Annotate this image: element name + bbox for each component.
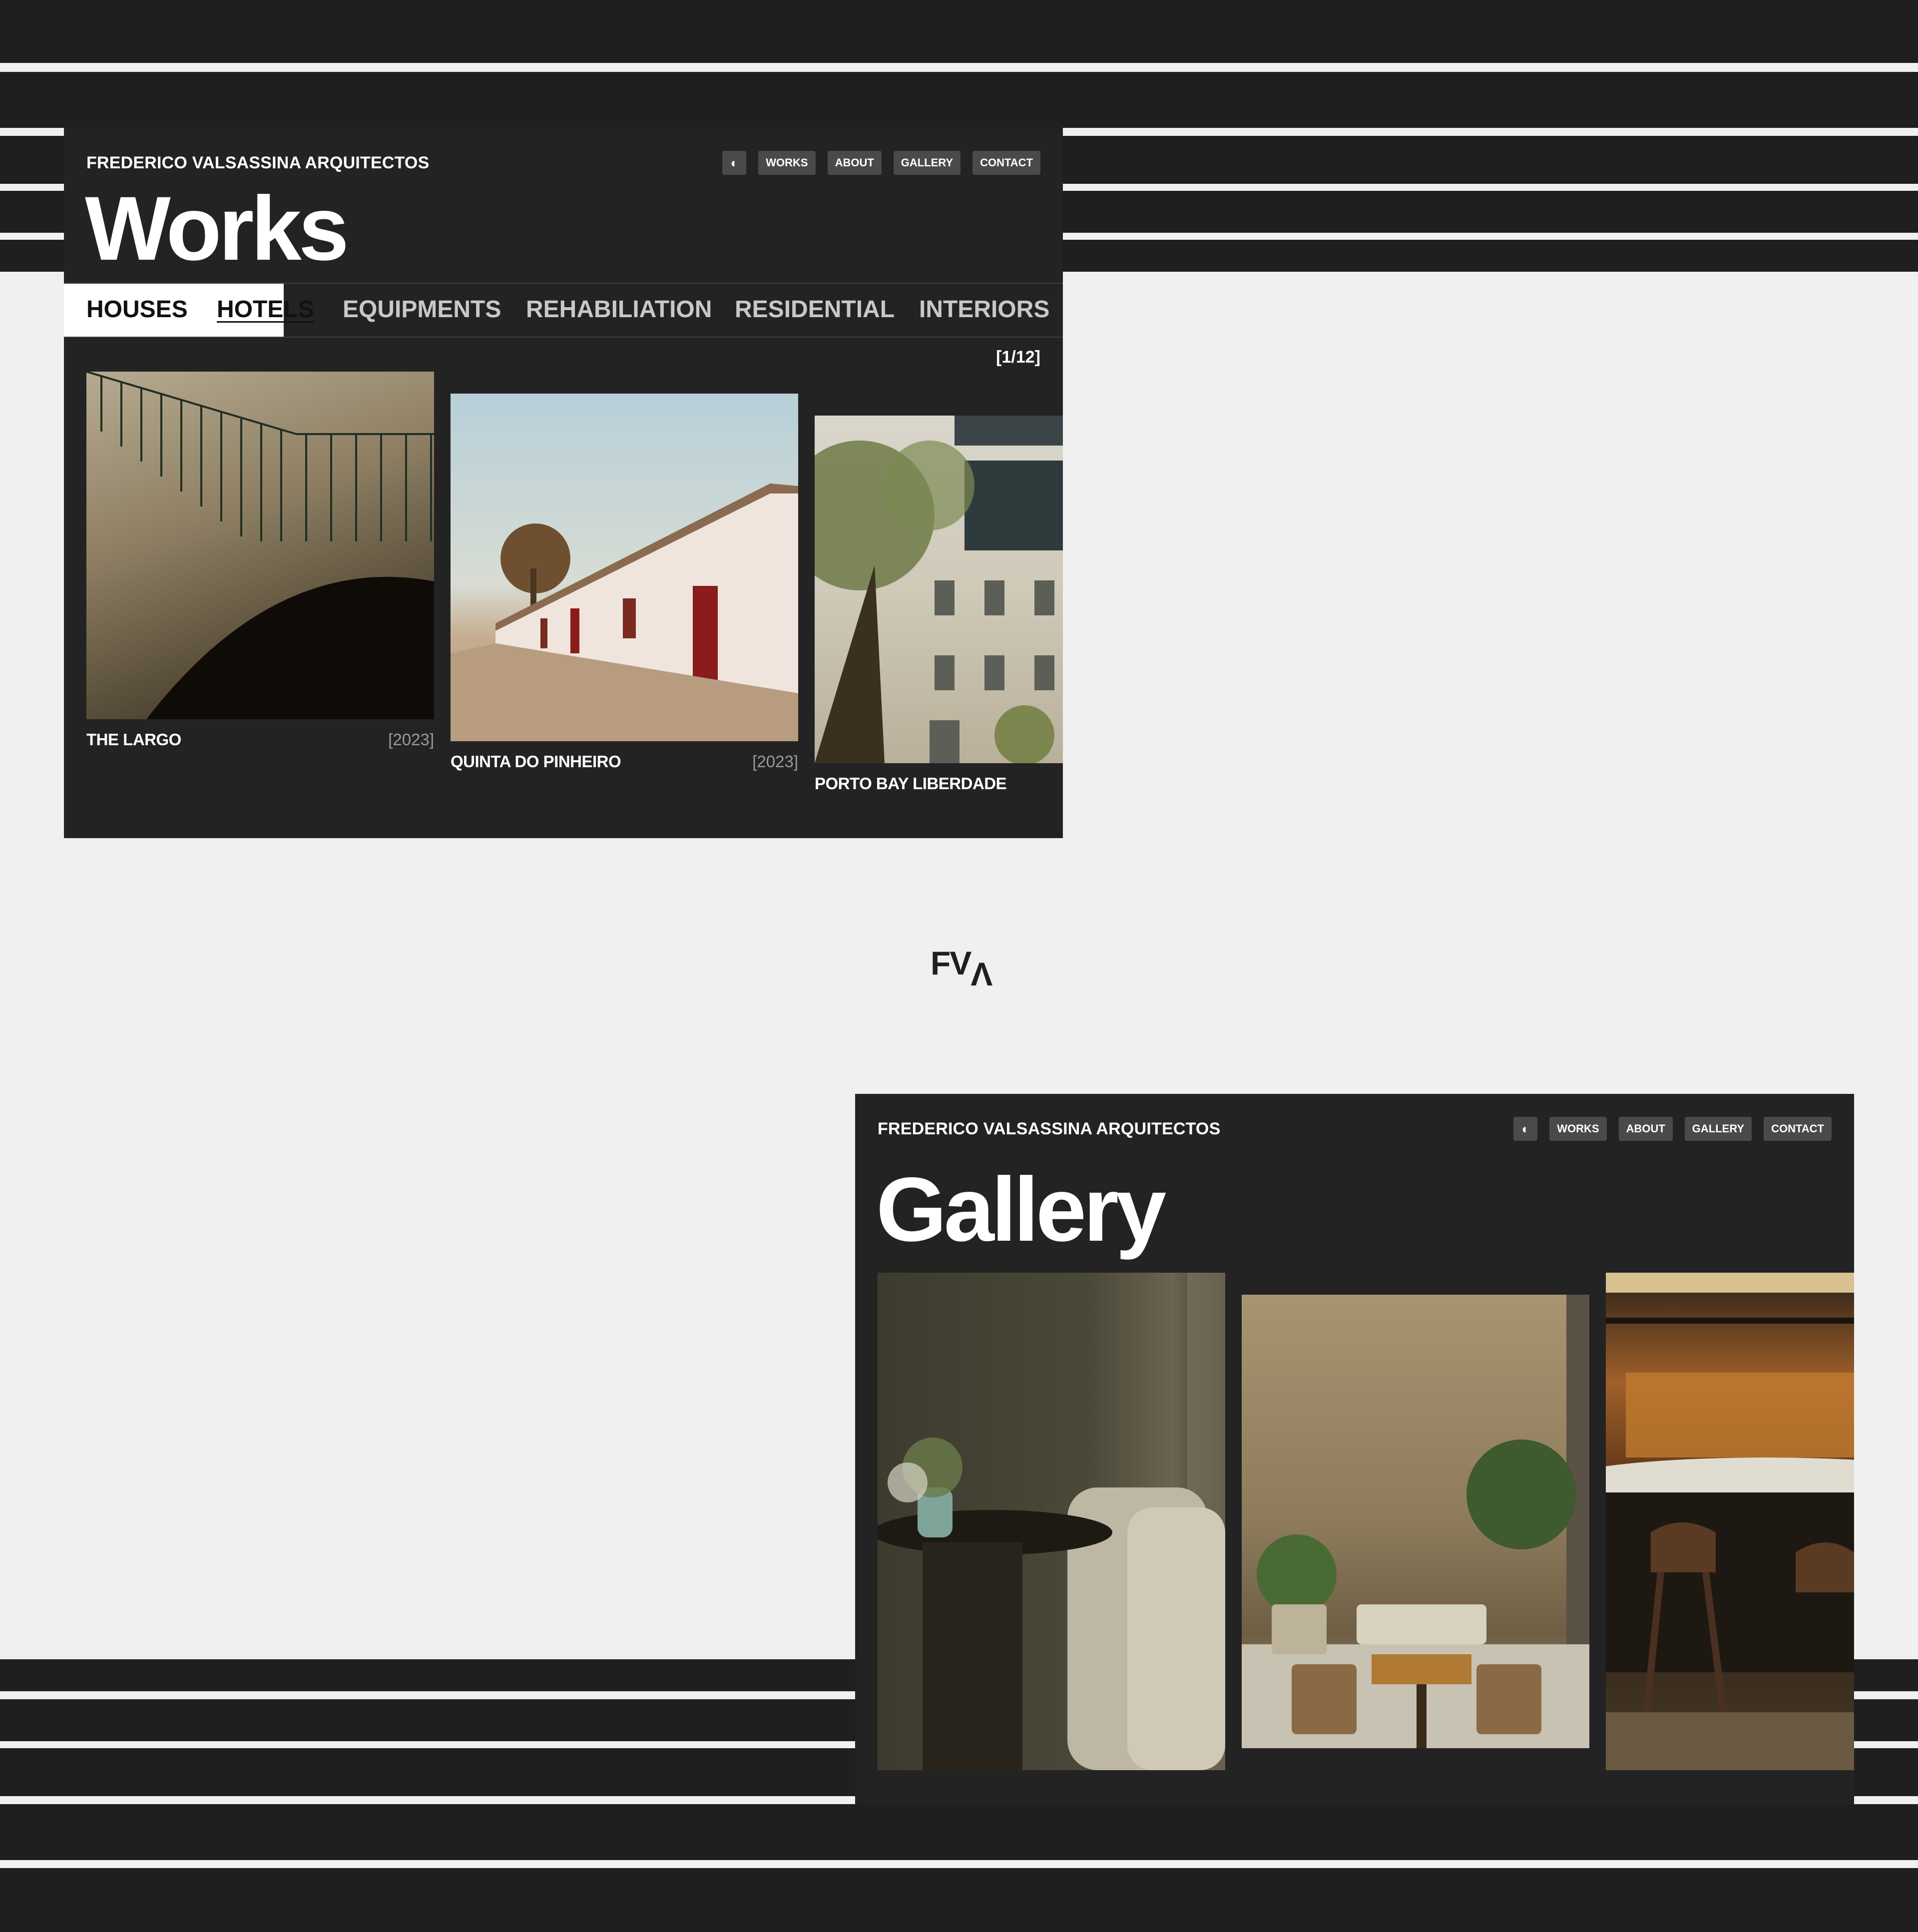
page-title: Works bbox=[85, 177, 349, 279]
facade-graphic bbox=[815, 416, 1063, 763]
project-image[interactable] bbox=[451, 394, 798, 741]
logo-mark: Λ bbox=[970, 956, 992, 992]
stripe bbox=[0, 1804, 1918, 1860]
slide-counter: [1/12] bbox=[996, 348, 1040, 367]
header: FREDERICO VALSASSINA ARQUITECTOS ◐ WORKS… bbox=[878, 1115, 1832, 1143]
gallery-image[interactable] bbox=[1242, 1295, 1589, 1748]
project-card[interactable]: PORTO BAY LIBERDADE bbox=[815, 416, 1063, 793]
nav-gallery-button[interactable]: GALLERY bbox=[893, 151, 961, 175]
project-caption: QUINTA DO PINHEIRO [2023] bbox=[451, 752, 798, 771]
tab-interiors[interactable]: INTERIORS bbox=[919, 296, 1049, 323]
main-nav: ◐ WORKS ABOUT GALLERY CONTACT bbox=[1513, 1117, 1832, 1141]
logo-letters: FV bbox=[931, 945, 971, 981]
stair-railing-graphic bbox=[86, 372, 434, 719]
interior-graphic bbox=[878, 1273, 1225, 1770]
brand-name[interactable]: FREDERICO VALSASSINA ARQUITECTOS bbox=[878, 1119, 1220, 1139]
stripe bbox=[0, 0, 1918, 63]
nav-contact-button[interactable]: CONTACT bbox=[972, 151, 1040, 175]
tab-residential[interactable]: RESIDENTIAL bbox=[735, 296, 895, 323]
header: FREDERICO VALSASSINA ARQUITECTOS ◐ WORKS… bbox=[86, 149, 1040, 177]
house-graphic bbox=[451, 483, 798, 741]
brand-name[interactable]: FREDERICO VALSASSINA ARQUITECTOS bbox=[86, 153, 429, 173]
project-caption: THE LARGO [2023] bbox=[86, 730, 434, 749]
nav-works-button[interactable]: WORKS bbox=[1549, 1117, 1607, 1141]
nav-about-button[interactable]: ABOUT bbox=[827, 151, 882, 175]
gallery-image[interactable] bbox=[878, 1273, 1225, 1770]
category-tabs: HOUSES HOTELS EQUIPMENTS REHABILIATION R… bbox=[64, 283, 1063, 338]
project-image[interactable] bbox=[815, 416, 1063, 763]
nav-contact-button[interactable]: CONTACT bbox=[1764, 1117, 1832, 1141]
bar-graphic bbox=[1606, 1273, 1854, 1770]
fva-logo: FVΛ bbox=[931, 944, 992, 992]
tab-hotels[interactable]: HOTELS bbox=[217, 296, 314, 323]
nav-about-button[interactable]: ABOUT bbox=[1618, 1117, 1673, 1141]
project-name[interactable]: QUINTA DO PINHEIRO bbox=[451, 752, 621, 771]
main-nav: ◐ WORKS ABOUT GALLERY CONTACT bbox=[722, 151, 1040, 175]
nav-works-button[interactable]: WORKS bbox=[758, 151, 816, 175]
stripe bbox=[0, 1868, 1918, 1932]
nav-gallery-button[interactable]: GALLERY bbox=[1684, 1117, 1752, 1141]
page-title: Gallery bbox=[876, 1158, 1166, 1260]
project-image[interactable] bbox=[86, 372, 434, 719]
project-caption: PORTO BAY LIBERDADE bbox=[815, 774, 1063, 793]
gallery-image[interactable] bbox=[1606, 1273, 1854, 1770]
tab-equipments[interactable]: EQUIPMENTS bbox=[343, 296, 501, 323]
project-card[interactable]: THE LARGO [2023] bbox=[86, 372, 434, 749]
tab-houses[interactable]: HOUSES bbox=[86, 296, 188, 323]
theme-toggle-icon[interactable]: ◐ bbox=[722, 151, 747, 175]
gallery-page-screenshot: FREDERICO VALSASSINA ARQUITECTOS ◐ WORKS… bbox=[855, 1094, 1854, 1804]
theme-toggle-icon[interactable]: ◐ bbox=[1513, 1117, 1538, 1141]
project-card[interactable]: QUINTA DO PINHEIRO [2023] bbox=[451, 394, 798, 771]
project-name[interactable]: PORTO BAY LIBERDADE bbox=[815, 774, 1007, 793]
stripe bbox=[0, 72, 1918, 128]
tab-rehabiliation[interactable]: REHABILIATION bbox=[526, 296, 712, 323]
project-name[interactable]: THE LARGO bbox=[86, 730, 181, 749]
works-page-screenshot: FREDERICO VALSASSINA ARQUITECTOS ◐ WORKS… bbox=[64, 128, 1063, 838]
courtyard-graphic bbox=[1242, 1295, 1589, 1748]
project-year: [2023] bbox=[752, 752, 798, 771]
project-year: [2023] bbox=[388, 730, 434, 749]
